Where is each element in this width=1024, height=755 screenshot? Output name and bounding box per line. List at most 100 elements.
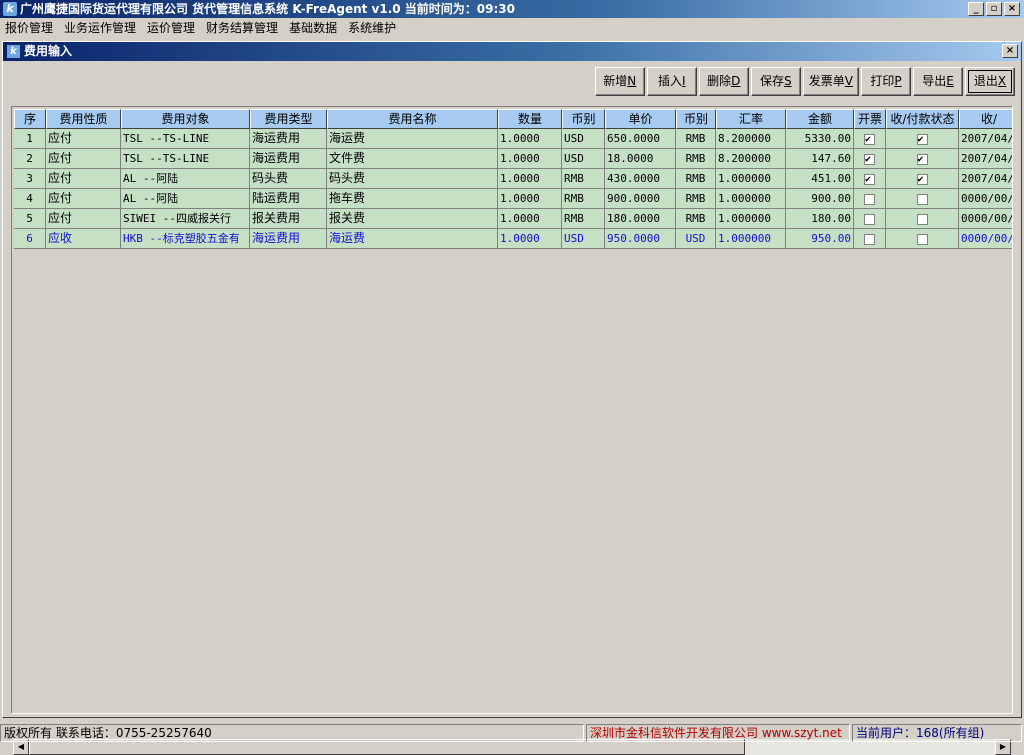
header-date[interactable]: 收/ — [959, 109, 1012, 129]
cell-amount[interactable]: 5330.00 — [786, 129, 854, 149]
cell-qty[interactable]: 1.0000 — [498, 169, 562, 189]
cell-type[interactable]: 海运费用 — [250, 149, 327, 169]
invoice-checkbox[interactable] — [864, 153, 875, 165]
cell-rate[interactable]: 1.000000 — [716, 229, 786, 249]
cell-invoice[interactable] — [854, 149, 886, 169]
cell-nature[interactable]: 应付 — [46, 169, 121, 189]
cell-currency2[interactable]: RMB — [676, 189, 716, 209]
cell-nature[interactable]: 应付 — [46, 149, 121, 169]
cell-unit-price[interactable]: 430.0000 — [605, 169, 676, 189]
cell-unit-price[interactable]: 18.0000 — [605, 149, 676, 169]
cell-amount[interactable]: 900.00 — [786, 189, 854, 209]
cell-seq[interactable]: 6 — [14, 229, 46, 249]
cell-seq[interactable]: 5 — [14, 209, 46, 229]
cell-currency[interactable]: RMB — [562, 169, 605, 189]
cell-status[interactable] — [886, 169, 959, 189]
cell-unit-price[interactable]: 650.0000 — [605, 129, 676, 149]
cell-date[interactable]: 0000/00/0 — [959, 229, 1012, 249]
minimize-button[interactable]: _ — [968, 2, 984, 16]
save-button[interactable]: 保存S — [750, 67, 801, 96]
exit-button[interactable]: 退出X — [965, 67, 1015, 96]
cell-type[interactable]: 陆运费用 — [250, 189, 327, 209]
header-currency[interactable]: 币别 — [562, 109, 605, 129]
header-type[interactable]: 费用类型 — [250, 109, 327, 129]
cell-currency[interactable]: USD — [562, 229, 605, 249]
header-nature[interactable]: 费用性质 — [46, 109, 121, 129]
insert-button[interactable]: 插入I — [646, 67, 697, 96]
cell-nature[interactable]: 应付 — [46, 129, 121, 149]
cell-invoice[interactable] — [854, 169, 886, 189]
fee-grid[interactable]: 序费用性质 费用对象 费用类型 费用名称 数量 币别 单价 币别 汇率 金额 开票 收/付款状态 收/1… — [11, 106, 1013, 714]
cell-currency[interactable]: RMB — [562, 209, 605, 229]
cell-invoice[interactable] — [854, 209, 886, 229]
header-seq[interactable]: 序 — [14, 109, 46, 129]
invoice-checkbox[interactable] — [864, 133, 875, 145]
child-close-button[interactable]: × — [1002, 44, 1018, 58]
cell-nature[interactable]: 应付 — [46, 189, 121, 209]
cell-name[interactable]: 文件费 — [327, 149, 498, 169]
invoice-checkbox[interactable] — [864, 193, 875, 205]
close-button[interactable]: × — [1004, 2, 1020, 16]
cell-qty[interactable]: 1.0000 — [498, 229, 562, 249]
cell-invoice[interactable] — [854, 129, 886, 149]
cell-seq[interactable]: 3 — [14, 169, 46, 189]
header-currency2[interactable]: 币别 — [676, 109, 716, 129]
cell-amount[interactable]: 451.00 — [786, 169, 854, 189]
table-row[interactable]: 3 应付 AL --阿陆 码头费 码头费 1.0000 RMB 430.0000 RMB 1.00… — [14, 169, 1012, 189]
cell-rate[interactable]: 1.000000 — [716, 189, 786, 209]
cell-amount[interactable]: 950.00 — [786, 229, 854, 249]
cell-target[interactable]: TSL --TS-LINE — [121, 129, 250, 149]
status-checkbox[interactable] — [916, 193, 928, 205]
cell-date[interactable]: 2007/04/1 — [959, 149, 1012, 169]
cell-date[interactable]: 2007/04/2 — [959, 169, 1012, 189]
cell-currency[interactable]: RMB — [562, 189, 605, 209]
status-checkbox[interactable] — [916, 233, 928, 245]
cell-rate[interactable]: 1.000000 — [716, 209, 786, 229]
table-row[interactable]: 2 应付 TSL --TS-LINE 海运费用 文件费 1.0000 USD 18.0000 R… — [14, 149, 1012, 169]
cell-name[interactable]: 海运费 — [327, 129, 498, 149]
cell-target[interactable]: AL --阿陆 — [121, 169, 250, 189]
cell-currency2[interactable]: RMB — [676, 149, 716, 169]
menu-finance[interactable]: 财务结算管理 — [201, 18, 284, 38]
cell-invoice[interactable] — [854, 189, 886, 209]
cell-qty[interactable]: 1.0000 — [498, 209, 562, 229]
status-checkbox[interactable] — [916, 153, 928, 165]
header-rate[interactable]: 汇率 — [716, 109, 786, 129]
status-checkbox[interactable] — [916, 213, 928, 225]
header-target[interactable]: 费用对象 — [121, 109, 250, 129]
cell-nature[interactable]: 应收 — [46, 229, 121, 249]
cell-target[interactable]: SIWEI --四威报关行 — [121, 209, 250, 229]
cell-seq[interactable]: 4 — [14, 189, 46, 209]
export-button[interactable]: 导出E — [913, 67, 963, 96]
cell-currency2[interactable]: RMB — [676, 169, 716, 189]
cell-name[interactable]: 拖车费 — [327, 189, 498, 209]
header-name[interactable]: 费用名称 — [327, 109, 498, 129]
cell-unit-price[interactable]: 180.0000 — [605, 209, 676, 229]
cell-qty[interactable]: 1.0000 — [498, 149, 562, 169]
cell-date[interactable]: 0000/00/0 — [959, 209, 1012, 229]
cell-status[interactable] — [886, 229, 959, 249]
cell-rate[interactable]: 8.200000 — [716, 129, 786, 149]
cell-seq[interactable]: 1 — [14, 129, 46, 149]
cell-date[interactable]: 0000/00/0 — [959, 189, 1012, 209]
header-unit-price[interactable]: 单价 — [605, 109, 676, 129]
cell-target[interactable]: AL --阿陆 — [121, 189, 250, 209]
menu-quote[interactable]: 报价管理 — [0, 18, 59, 38]
cell-currency2[interactable]: RMB — [676, 129, 716, 149]
cell-amount[interactable]: 147.60 — [786, 149, 854, 169]
cell-rate[interactable]: 1.000000 — [716, 169, 786, 189]
cell-unit-price[interactable]: 950.0000 — [605, 229, 676, 249]
cell-name[interactable]: 报关费 — [327, 209, 498, 229]
cell-status[interactable] — [886, 149, 959, 169]
cell-rate[interactable]: 8.200000 — [716, 149, 786, 169]
cell-qty[interactable]: 1.0000 — [498, 189, 562, 209]
cell-name[interactable]: 码头费 — [327, 169, 498, 189]
cell-currency[interactable]: USD — [562, 149, 605, 169]
cell-amount[interactable]: 180.00 — [786, 209, 854, 229]
cell-type[interactable]: 海运费用 — [250, 229, 327, 249]
cell-name[interactable]: 海运费 — [327, 229, 498, 249]
delete-button[interactable]: 删除D — [698, 67, 749, 96]
invoice-checkbox[interactable] — [864, 173, 875, 185]
menu-freight-rates[interactable]: 运价管理 — [142, 18, 201, 38]
cell-currency[interactable]: USD — [562, 129, 605, 149]
